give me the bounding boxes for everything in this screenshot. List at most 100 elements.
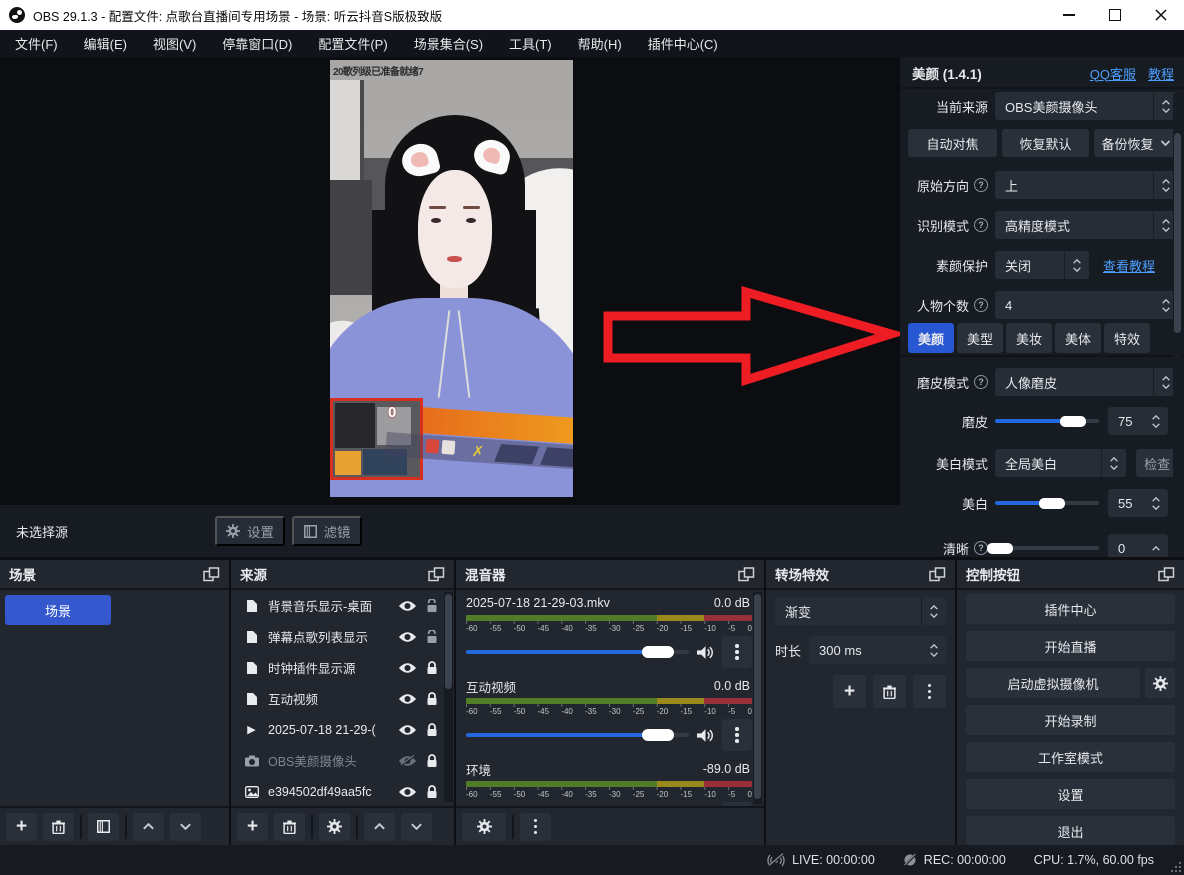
spin-buttons[interactable]: [1144, 407, 1168, 435]
volume-slider[interactable]: [466, 733, 689, 737]
help-icon[interactable]: [974, 375, 988, 389]
lock-closed-icon[interactable]: [426, 723, 438, 737]
source-list-scrollbar[interactable]: [444, 592, 453, 802]
track-menu-button[interactable]: [722, 719, 752, 751]
transition-menu-button[interactable]: [913, 675, 946, 708]
white-slider[interactable]: [995, 501, 1099, 505]
help-icon[interactable]: [974, 218, 988, 232]
popout-icon[interactable]: [1158, 567, 1175, 582]
visibility-eye-icon[interactable]: [398, 600, 417, 612]
people-count-spinbox[interactable]: 4: [995, 291, 1178, 319]
remove-scene-button[interactable]: [43, 813, 74, 841]
source-row[interactable]: 互动视频: [231, 683, 454, 714]
slider-handle[interactable]: [987, 543, 1013, 554]
visibility-eye-icon[interactable]: [398, 786, 417, 798]
tab-body[interactable]: 美体: [1055, 323, 1101, 353]
menu-help[interactable]: 帮助(H): [565, 30, 635, 57]
menu-scene-collection[interactable]: 场景集合(S): [401, 30, 496, 57]
help-icon[interactable]: [974, 298, 988, 312]
smooth-slider[interactable]: [995, 419, 1099, 423]
tutorial-link[interactable]: 教程: [1148, 64, 1174, 83]
slider-handle[interactable]: [1060, 416, 1086, 427]
move-scene-down-button[interactable]: [170, 813, 201, 841]
tab-effects[interactable]: 特效: [1104, 323, 1150, 353]
popout-icon[interactable]: [428, 567, 445, 582]
spin-buttons[interactable]: [1144, 534, 1168, 557]
visibility-eye-icon[interactable]: [398, 662, 417, 674]
track-menu-button[interactable]: [722, 636, 752, 668]
restore-default-button[interactable]: 恢复默认: [1002, 129, 1089, 157]
studio-mode-button[interactable]: 工作室模式: [966, 742, 1175, 772]
source-row[interactable]: OBS美颜摄像头: [231, 745, 454, 776]
orientation-select[interactable]: 上: [995, 171, 1178, 199]
lock-closed-icon[interactable]: [426, 661, 438, 675]
select-spinner[interactable]: [1101, 449, 1126, 477]
add-source-button[interactable]: [237, 813, 268, 841]
current-source-select[interactable]: OBS美颜摄像头: [995, 92, 1178, 120]
qq-support-link[interactable]: QQ客服: [1090, 64, 1136, 83]
minimize-button[interactable]: [1046, 0, 1092, 30]
clarity-slider[interactable]: [995, 546, 1099, 550]
clarity-spinbox[interactable]: 0: [1108, 534, 1168, 557]
visibility-eye-icon[interactable]: [398, 693, 417, 705]
backup-restore-button[interactable]: 备份恢复: [1094, 129, 1178, 157]
move-source-down-button[interactable]: [401, 813, 432, 841]
exit-button[interactable]: 退出: [966, 816, 1175, 845]
beauty-panel-scrollbar[interactable]: [1173, 93, 1182, 553]
move-scene-up-button[interactable]: [133, 813, 164, 841]
help-icon[interactable]: [974, 178, 988, 192]
slider-handle[interactable]: [642, 646, 674, 658]
menu-view[interactable]: 视图(V): [140, 30, 209, 57]
menu-docks[interactable]: 停靠窗口(D): [209, 30, 305, 57]
select-spinner[interactable]: [921, 597, 946, 625]
source-row[interactable]: 时钟插件显示源: [231, 652, 454, 683]
detect-mode-select[interactable]: 高精度模式: [995, 211, 1178, 239]
makeup-protect-select[interactable]: 关闭: [995, 251, 1089, 279]
tab-reshape[interactable]: 美型: [957, 323, 1003, 353]
menu-edit[interactable]: 编辑(E): [71, 30, 140, 57]
remove-source-button[interactable]: [274, 813, 305, 841]
visibility-eye-icon[interactable]: [398, 724, 417, 736]
source-row[interactable]: 弹幕点歌列表显示: [231, 621, 454, 652]
visibility-eye-slash-icon[interactable]: [398, 755, 417, 767]
speaker-icon[interactable]: [697, 729, 714, 742]
advanced-audio-button[interactable]: [462, 813, 506, 841]
start-recording-button[interactable]: 开始录制: [966, 705, 1175, 735]
source-row[interactable]: 2025-07-18 21-29-(: [231, 714, 454, 745]
white-spinbox[interactable]: 55: [1108, 489, 1168, 517]
slider-handle[interactable]: [1039, 498, 1065, 509]
smooth-mode-select[interactable]: 人像磨皮: [995, 368, 1178, 396]
check-button[interactable]: 检查: [1136, 449, 1178, 477]
tab-makeup[interactable]: 美妆: [1006, 323, 1052, 353]
spin-buttons[interactable]: [1144, 489, 1168, 517]
slider-handle[interactable]: [642, 729, 674, 741]
select-spinner[interactable]: [1064, 251, 1089, 279]
help-icon[interactable]: [974, 541, 988, 555]
add-scene-button[interactable]: [6, 813, 37, 841]
remove-transition-button[interactable]: [873, 675, 906, 708]
move-source-up-button[interactable]: [364, 813, 395, 841]
menu-profile[interactable]: 配置文件(P): [305, 30, 400, 57]
virtual-camera-settings-button[interactable]: [1145, 668, 1175, 698]
start-virtual-camera-button[interactable]: 启动虚拟摄像机: [966, 668, 1140, 698]
resize-grip[interactable]: [1171, 862, 1181, 872]
transition-type-select[interactable]: 渐变: [775, 597, 946, 625]
scrollbar-thumb[interactable]: [754, 594, 761, 799]
scene-list-item[interactable]: 场景: [5, 595, 111, 625]
spin-buttons[interactable]: [922, 636, 946, 664]
view-tutorial-link[interactable]: 查看教程: [1103, 256, 1155, 275]
visibility-eye-icon[interactable]: [398, 631, 417, 643]
start-streaming-button[interactable]: 开始直播: [966, 631, 1175, 661]
lock-closed-icon[interactable]: [426, 754, 438, 768]
plugin-center-button[interactable]: 插件中心: [966, 594, 1175, 624]
scene-filters-button[interactable]: [88, 813, 119, 841]
duration-spinbox[interactable]: 300 ms: [809, 636, 946, 664]
menu-file[interactable]: 文件(F): [2, 30, 71, 57]
settings-button[interactable]: 设置: [966, 779, 1175, 809]
close-button[interactable]: [1138, 0, 1184, 30]
lock-closed-icon[interactable]: [426, 785, 438, 799]
scrollbar-thumb[interactable]: [1174, 133, 1181, 333]
popout-icon[interactable]: [929, 567, 946, 582]
autofocus-button[interactable]: 自动对焦: [908, 129, 997, 157]
mixer-scrollbar[interactable]: [753, 592, 762, 804]
